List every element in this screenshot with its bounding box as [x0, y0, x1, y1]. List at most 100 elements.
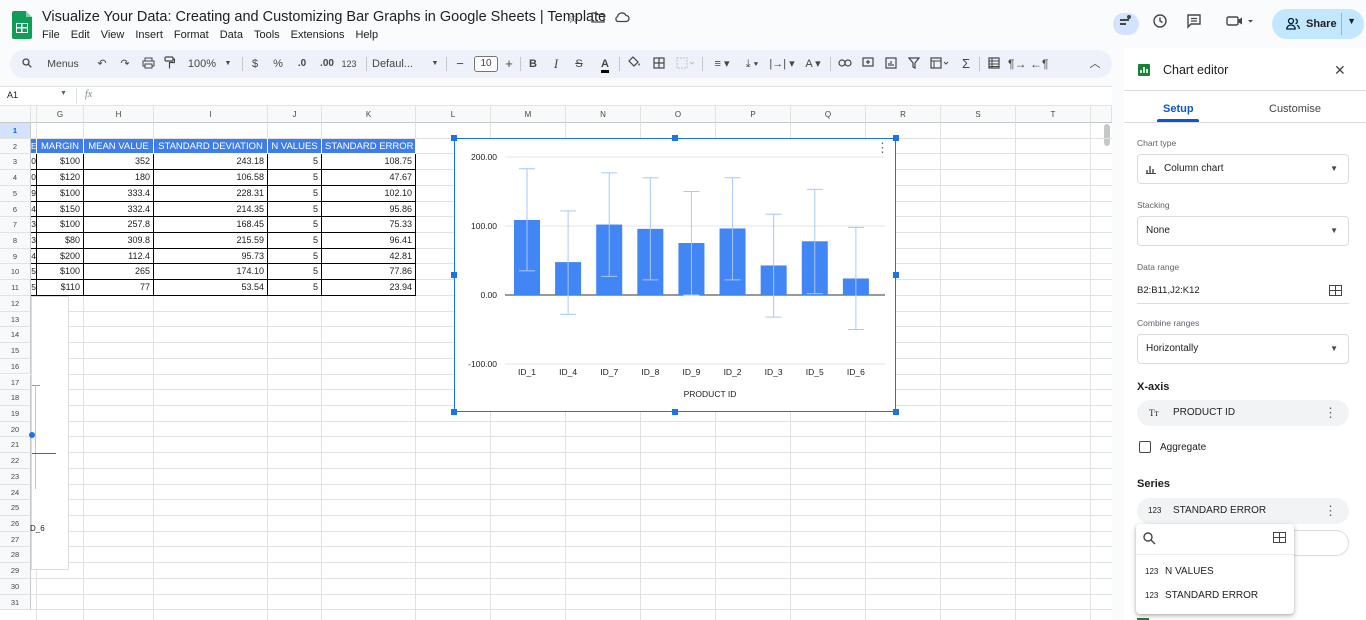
table-cell[interactable]: 352: [84, 154, 154, 171]
table-cell[interactable]: 257.8: [84, 217, 154, 233]
menu-extensions[interactable]: Extensions: [291, 29, 351, 41]
column-header-partial[interactable]: [1091, 106, 1112, 123]
resize-handle-n[interactable]: [672, 135, 678, 141]
collapse-toolbar-icon[interactable]: ︿: [1086, 50, 1104, 78]
row-header-31[interactable]: 31: [0, 594, 31, 611]
column-header-t[interactable]: T: [1016, 106, 1091, 123]
row-header-4[interactable]: 4: [0, 170, 31, 186]
text-color-icon[interactable]: A: [596, 50, 614, 78]
horizontal-align-icon[interactable]: ≡ ▾: [708, 50, 736, 78]
chart-menu-kebab-icon[interactable]: ⋮: [876, 141, 889, 154]
strikethrough-icon[interactable]: S: [572, 50, 586, 78]
italic-icon[interactable]: I: [549, 50, 563, 78]
menu-view[interactable]: View: [101, 29, 131, 41]
menu-insert[interactable]: Insert: [135, 29, 169, 41]
row-header-23[interactable]: 23: [0, 468, 31, 485]
column-header-k[interactable]: K: [322, 106, 416, 123]
table-cell[interactable]: 332.4: [84, 201, 154, 218]
row-header-13[interactable]: 13: [0, 311, 31, 328]
table-header-cell[interactable]: STANDARD DEVIATION: [154, 138, 268, 155]
series-chip[interactable]: 123 STANDARD ERROR ⋮: [1137, 498, 1349, 524]
font-size-input[interactable]: 10: [474, 56, 498, 72]
close-icon[interactable]: ✕: [1334, 62, 1346, 79]
row-header-2[interactable]: 2: [0, 138, 31, 155]
table-cell[interactable]: 5: [268, 170, 322, 186]
row-header-1[interactable]: 1: [0, 123, 31, 139]
table-cell[interactable]: 228.31: [154, 185, 268, 202]
insert-chart-icon[interactable]: [882, 50, 900, 78]
menu-data[interactable]: Data: [220, 29, 249, 41]
share-dropdown-icon[interactable]: ▼: [1347, 16, 1356, 26]
row-header-15[interactable]: 15: [0, 343, 31, 359]
table-cell[interactable]: $100: [37, 217, 84, 233]
embedded-chart[interactable]: 200.00 100.00 0.00 -100.00 ID_1 ID_4 ID_7 ID_8 I…: [454, 138, 896, 412]
meet-call-icon[interactable]: [1222, 13, 1258, 35]
column-header-o[interactable]: O: [641, 106, 716, 123]
cloud-status-icon[interactable]: [614, 10, 630, 26]
table-cell[interactable]: 214.35: [154, 201, 268, 218]
borders-icon[interactable]: [650, 50, 668, 78]
row-header-18[interactable]: 18: [0, 390, 31, 406]
row-header-12[interactable]: 12: [0, 295, 31, 312]
table-cell[interactable]: 5: [268, 201, 322, 218]
table-cell[interactable]: $80: [37, 233, 84, 249]
table-cell[interactable]: 42.81: [322, 248, 416, 265]
menu-file[interactable]: File: [42, 29, 66, 41]
vertical-scrollbar[interactable]: [1104, 124, 1110, 146]
row-header-24[interactable]: 24: [0, 484, 31, 501]
functions-icon[interactable]: Σ: [958, 50, 974, 78]
add-series-field[interactable]: [1289, 530, 1349, 556]
undo-icon[interactable]: ↶: [94, 50, 110, 78]
table-cell[interactable]: 23.94: [322, 280, 416, 296]
table-cell[interactable]: 243.18: [154, 154, 268, 171]
print-icon[interactable]: [139, 50, 157, 78]
menu-edit[interactable]: Edit: [71, 29, 96, 41]
search-icon[interactable]: [1143, 532, 1156, 548]
currency-button[interactable]: $: [248, 50, 262, 78]
select-range-grid-icon[interactable]: [1273, 532, 1286, 546]
table-cell[interactable]: 215.59: [154, 233, 268, 249]
table-cell[interactable]: 180: [84, 170, 154, 186]
document-title[interactable]: Visualize Your Data: Creating and Custom…: [42, 9, 606, 25]
row-header-8[interactable]: 8: [0, 233, 31, 249]
column-header-q[interactable]: Q: [791, 106, 866, 123]
table-header-cell[interactable]: STANDARD ERROR: [322, 138, 416, 155]
select-all-corner[interactable]: [0, 106, 31, 123]
row-header-14[interactable]: 14: [0, 327, 31, 344]
table-cell[interactable]: 108.75: [322, 154, 416, 171]
x-axis-kebab-icon[interactable]: ⋮: [1324, 400, 1337, 426]
filter-views-icon[interactable]: [926, 50, 954, 78]
increase-font-size-icon[interactable]: +: [502, 50, 516, 78]
version-history-icon[interactable]: [1148, 13, 1172, 35]
table-cell[interactable]: 95.73: [154, 248, 268, 265]
sheets-logo-icon[interactable]: [12, 11, 32, 39]
zoom-caret-icon[interactable]: ▼: [223, 50, 233, 78]
row-header-20[interactable]: 20: [0, 421, 31, 438]
table-cell[interactable]: 333.4: [84, 185, 154, 202]
row-header-28[interactable]: 28: [0, 547, 31, 564]
row-header-25[interactable]: 25: [0, 500, 31, 516]
table-cell[interactable]: 75.33: [322, 217, 416, 233]
stacking-select[interactable]: None ▼: [1137, 216, 1349, 246]
column-header-r[interactable]: R: [866, 106, 941, 123]
column-header-l[interactable]: L: [416, 106, 491, 123]
row-header-29[interactable]: 29: [0, 563, 31, 579]
menu-tools[interactable]: Tools: [254, 29, 286, 41]
table-cell[interactable]: 5: [268, 154, 322, 171]
column-header-g[interactable]: G: [37, 106, 84, 123]
popup-option-standard-error[interactable]: 123 STANDARD ERROR: [1136, 588, 1294, 606]
column-header-h[interactable]: H: [84, 106, 154, 123]
text-rotation-icon[interactable]: A ▾: [799, 50, 827, 78]
tab-setup[interactable]: Setup: [1163, 103, 1194, 115]
row-header-5[interactable]: 5: [0, 185, 31, 202]
row-header-22[interactable]: 22: [0, 453, 31, 469]
more-formats-button[interactable]: 123: [340, 50, 358, 78]
table-header-cell[interactable]: N VALUES: [268, 138, 322, 155]
row-header-26[interactable]: 26: [0, 516, 31, 532]
table-header-cell[interactable]: MARGIN: [37, 138, 84, 155]
filter-icon[interactable]: [905, 50, 923, 78]
column-header-i[interactable]: I: [154, 106, 268, 123]
row-header-7[interactable]: 7: [0, 217, 31, 233]
text-wrapping-icon[interactable]: |→| ▾: [768, 50, 796, 78]
table-cell[interactable]: $200: [37, 248, 84, 265]
